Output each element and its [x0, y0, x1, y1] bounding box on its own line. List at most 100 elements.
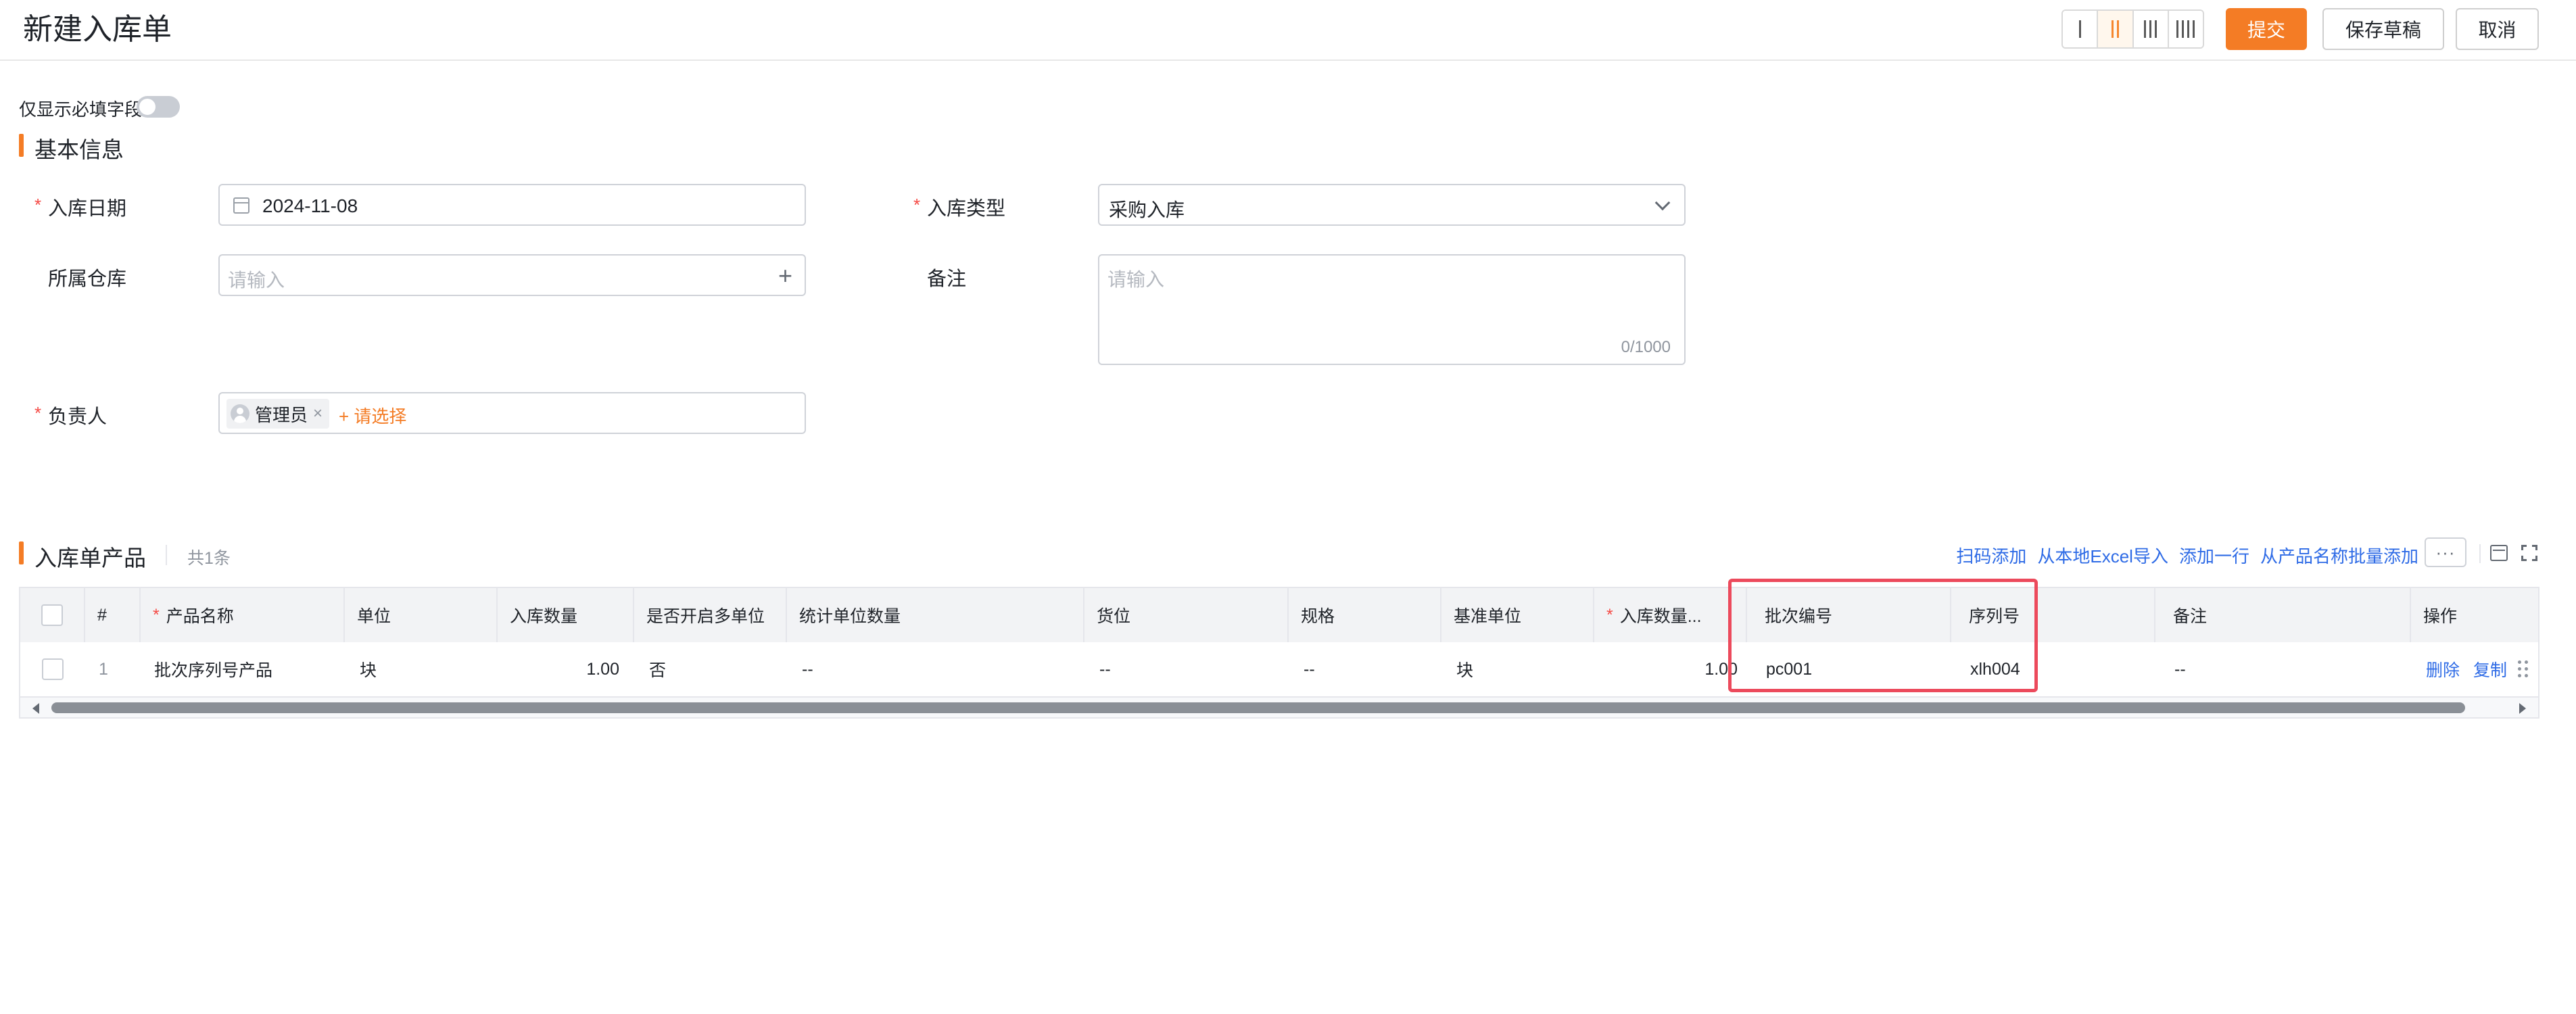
row-ops: 删除 复制 [2411, 642, 2538, 696]
table-row: 1 批次序列号产品 块 1.00 否 -- -- -- 块 1.00 pc001… [20, 642, 2538, 696]
col-location[interactable]: 货位 [1084, 588, 1289, 642]
page: 新建入库单 提交 保存草稿 取消 仅显示必填字段 基本信息 * 入库日期 202… [0, 0, 2576, 1014]
select-all-cell [20, 588, 85, 642]
layout-1-column-button[interactable] [2063, 11, 2099, 47]
required-asterisk: * [34, 403, 42, 423]
row-unit[interactable]: 块 [345, 642, 498, 696]
product-count: 共1条 [187, 549, 231, 568]
required-only-label: 仅显示必填字段 [19, 99, 143, 120]
required-asterisk: * [1606, 605, 1613, 625]
scrollbar-thumb[interactable] [51, 702, 2465, 713]
type-value: 采购入库 [1109, 199, 1185, 220]
section-accent-bar [19, 541, 24, 564]
warehouse-placeholder: 请输入 [228, 270, 285, 291]
col-base-qty-label: 入库数量... [1619, 607, 1702, 626]
select-all-checkbox[interactable] [41, 604, 63, 626]
owner-label: 负责人 [48, 406, 108, 428]
drag-handle-icon[interactable] [2518, 660, 2529, 678]
page-title: 新建入库单 [23, 13, 172, 46]
row-location[interactable]: -- [1084, 642, 1289, 696]
one-column-icon [2078, 20, 2081, 38]
type-select[interactable]: 采购入库 [1098, 184, 1686, 226]
warehouse-label: 所属仓库 [48, 268, 127, 290]
owner-tag-label: 管理员 [255, 404, 308, 425]
excel-import-link[interactable]: 从本地Excel导入 [2037, 543, 2168, 568]
col-multi-unit[interactable]: 是否开启多单位 [634, 588, 787, 642]
add-row-link[interactable]: 添加一行 [2179, 543, 2249, 568]
char-counter: 0/1000 [1621, 338, 1671, 356]
remark-placeholder: 请输入 [1107, 269, 1165, 290]
close-icon[interactable]: × [313, 404, 323, 423]
col-spec[interactable]: 规格 [1289, 588, 1441, 642]
col-index: # [85, 588, 141, 642]
col-product-name[interactable]: * 产品名称 [141, 588, 345, 642]
avatar [231, 404, 249, 423]
section-accent-bar [19, 134, 24, 157]
calendar-icon [233, 197, 249, 214]
cancel-button[interactable]: 取消 [2456, 8, 2539, 50]
row-checkbox[interactable] [42, 658, 64, 680]
layout-switch [2061, 9, 2204, 49]
layout-3-column-button[interactable] [2133, 11, 2169, 47]
col-stat-qty[interactable]: 统计单位数量 [787, 588, 1084, 642]
row-index: 1 [99, 659, 108, 679]
save-draft-button[interactable]: 保存草稿 [2322, 8, 2444, 50]
scroll-right-icon[interactable] [2519, 703, 2526, 714]
more-button[interactable]: ··· [2425, 537, 2466, 567]
warehouse-field[interactable]: 请输入 + [218, 254, 806, 296]
batch-add-link[interactable]: 从产品名称批量添加 [2260, 543, 2418, 568]
col-remark[interactable]: 备注 [2155, 588, 2411, 642]
row-stat-qty[interactable]: -- [787, 642, 1084, 696]
scan-add-link[interactable]: 扫码添加 [1956, 543, 2026, 568]
products-title: 入库单产品 [34, 546, 146, 571]
product-actions: 扫码添加 从本地Excel导入 添加一行 从产品名称批量添加 [1956, 543, 2418, 568]
layout-2-column-button[interactable] [2098, 11, 2134, 47]
row-product-name[interactable]: 批次序列号产品 [141, 642, 345, 696]
date-value: 2024-11-08 [262, 195, 358, 216]
copy-row-link[interactable]: 复制 [2473, 657, 2507, 681]
date-label: 入库日期 [48, 198, 127, 220]
delete-row-link[interactable]: 删除 [2426, 657, 2460, 681]
row-multi-unit[interactable]: 否 [634, 642, 787, 696]
required-only-toggle[interactable] [137, 96, 180, 118]
select-owner-link[interactable]: + 请选择 [339, 403, 406, 428]
column-settings-icon[interactable] [2490, 545, 2508, 561]
two-column-icon [2111, 20, 2119, 38]
submit-button[interactable]: 提交 [2226, 8, 2307, 50]
required-asterisk: * [153, 605, 160, 625]
row-select-cell [20, 642, 85, 696]
col-unit[interactable]: 单位 [345, 588, 498, 642]
header: 新建入库单 提交 保存草稿 取消 [0, 0, 2576, 61]
scroll-left-icon[interactable] [32, 703, 39, 714]
basic-info-title: 基本信息 [34, 137, 124, 162]
layout-4-column-button[interactable] [2168, 11, 2203, 47]
col-ops: 操作 [2423, 607, 2458, 626]
row-spec[interactable]: -- [1289, 642, 1441, 696]
three-column-icon [2144, 20, 2157, 38]
row-qty[interactable]: 1.00 [498, 642, 634, 696]
chevron-down-icon [1654, 195, 1671, 211]
row-base-qty[interactable]: 1.00 [1594, 642, 1747, 696]
fullscreen-icon[interactable] [2521, 545, 2537, 561]
col-base-qty[interactable]: * 入库数量... [1594, 588, 1747, 642]
col-qty[interactable]: 入库数量 [498, 588, 634, 642]
horizontal-scrollbar[interactable] [20, 696, 2538, 717]
required-asterisk: * [34, 195, 42, 215]
four-column-icon [2176, 20, 2195, 38]
plus-icon[interactable]: + [778, 264, 792, 288]
owner-tag: 管理员 × [226, 399, 330, 429]
divider [166, 545, 167, 565]
highlight-box [1728, 579, 2038, 692]
row-base-unit[interactable]: 块 [1441, 642, 1594, 696]
divider [2479, 544, 2481, 563]
date-field[interactable]: 2024-11-08 [218, 184, 806, 226]
remark-textarea[interactable]: 请输入 0/1000 [1098, 254, 1686, 365]
products-table: # * 产品名称 单位 入库数量 是否开启多单位 统计单位数量 货位 规格 基准… [19, 587, 2539, 719]
remark-label: 备注 [927, 268, 967, 290]
col-product-name-label: 产品名称 [166, 607, 234, 626]
col-base-unit[interactable]: 基准单位 [1441, 588, 1594, 642]
row-remark[interactable]: -- [2155, 642, 2411, 696]
owner-field[interactable]: 管理员 × + 请选择 [218, 392, 806, 434]
type-label: 入库类型 [927, 198, 1006, 220]
table-header: # * 产品名称 单位 入库数量 是否开启多单位 统计单位数量 货位 规格 基准… [20, 588, 2538, 642]
